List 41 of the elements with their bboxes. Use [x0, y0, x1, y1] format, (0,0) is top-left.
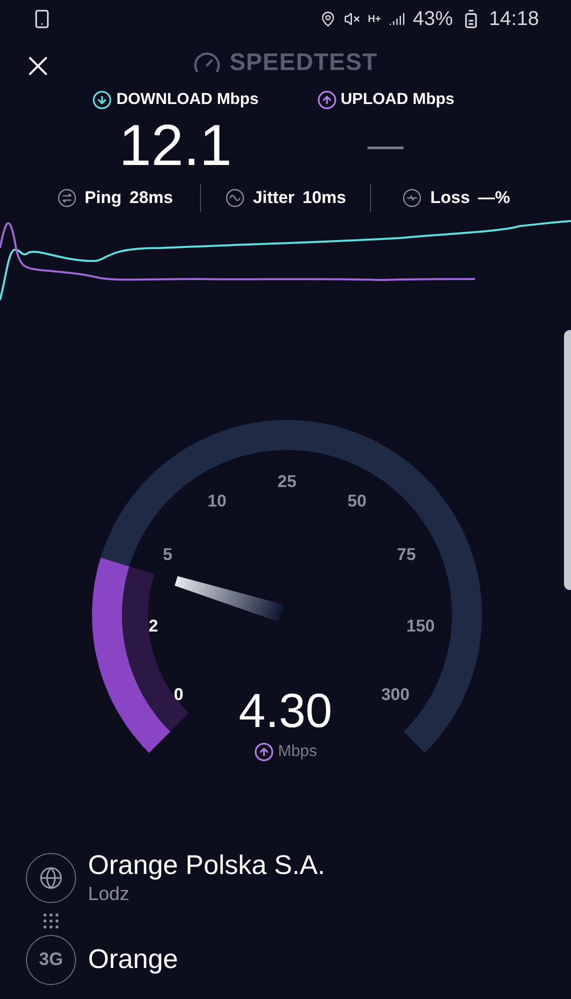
upload-icon [316, 90, 337, 110]
server-location: Lodz [88, 882, 130, 906]
gauge-tick-label: 2 [148, 616, 158, 636]
stat-value: 28ms [130, 187, 173, 210]
globe-icon [39, 866, 63, 890]
gauge-tick-label: 5 [162, 545, 172, 564]
carrier-name: Orange [88, 943, 178, 976]
clock: 14:18 [488, 7, 539, 32]
jitter-icon [224, 188, 245, 208]
gauge-tick-label: 50 [348, 492, 366, 511]
provider-name: Orange Polska S.A. [88, 849, 326, 882]
stat-value: 10ms [302, 187, 346, 210]
result-label: UPLOAD Mbps [340, 90, 454, 110]
download-icon [92, 90, 112, 110]
gauge-tick-label: 25 [278, 472, 296, 491]
stat-label: Loss [430, 187, 470, 210]
gauge-tick-label: 150 [406, 616, 435, 636]
network-type: H+ [368, 12, 381, 26]
result-value: 12.1 [119, 112, 232, 178]
ping-icon [56, 188, 77, 208]
result-label: DOWNLOAD Mbps [116, 90, 259, 110]
network-type-badge: 3G [26, 934, 76, 984]
stat-label: Ping [84, 187, 122, 210]
loss-icon [402, 188, 422, 208]
scroll-handle[interactable] [564, 330, 571, 590]
mute-icon [344, 11, 360, 27]
result-value: — [368, 123, 404, 167]
gauge-tick-label: 0 [174, 684, 184, 704]
gauge-tick-label: 75 [396, 545, 416, 564]
gauge-reading: 4.30 [238, 688, 332, 736]
location-icon [320, 11, 336, 27]
gauge-tick-label: 10 [208, 492, 226, 511]
connector-dots-icon [43, 912, 59, 928]
stat-value: —% [478, 187, 510, 210]
gauge-unit: Mbps [278, 742, 318, 762]
stat-label: Jitter [252, 187, 295, 210]
signal-icon [388, 11, 405, 27]
app-title: SPEEDTEST [229, 48, 378, 78]
gauge-tick-label: 300 [381, 684, 410, 704]
battery-percent: 43% [412, 7, 453, 32]
upload-icon [254, 742, 274, 762]
